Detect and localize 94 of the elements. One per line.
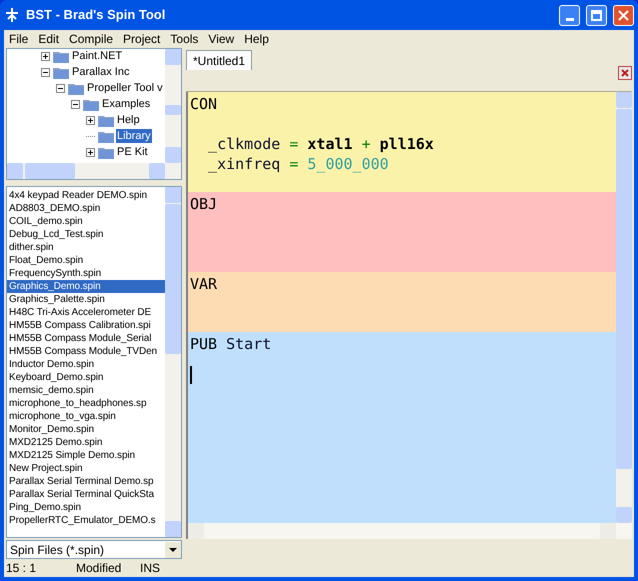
- file-list-item[interactable]: FrequencySynth.spin: [7, 267, 165, 280]
- folder-icon: [98, 130, 114, 142]
- file-list-item[interactable]: H48C Tri-Axis Accelerometer DE: [7, 306, 165, 319]
- scroll-up-button[interactable]: [165, 49, 181, 65]
- window-title: BST - Brad's Spin Tool: [26, 6, 166, 24]
- vertical-scrollbar[interactable]: [616, 92, 632, 523]
- file-list-item[interactable]: MXD2125 Simple Demo.spin: [7, 449, 165, 462]
- menu-item[interactable]: Help: [239, 30, 274, 48]
- vertical-scrollbar[interactable]: [165, 187, 181, 537]
- modified-status: Modified: [76, 560, 122, 577]
- expander-icon[interactable]: [86, 148, 95, 156]
- minimize-icon: [566, 18, 574, 20]
- scroll-up-button[interactable]: [616, 92, 632, 108]
- tree-item[interactable]: Help: [116, 113, 141, 127]
- file-list-item[interactable]: Monitor_Demo.spin: [7, 423, 165, 436]
- close-button[interactable]: [613, 4, 634, 26]
- file-list-item[interactable]: HM55B Compass Module_TVDen: [7, 345, 165, 358]
- maximize-button[interactable]: [586, 4, 607, 26]
- vertical-scrollbar[interactable]: [165, 49, 181, 163]
- code-line: _clkmode = xtal1 + pll16x: [207, 134, 435, 154]
- menu-item[interactable]: File: [4, 30, 34, 48]
- scroll-right-button[interactable]: [149, 163, 165, 179]
- tree-item[interactable]: Propeller Tool v: [86, 81, 164, 95]
- expander-icon[interactable]: [56, 84, 65, 92]
- file-list-item[interactable]: HM55B Compass Calibration.spi: [7, 319, 165, 332]
- file-list-item[interactable]: Parallax Serial Terminal QuickSta: [7, 488, 165, 501]
- file-list-item[interactable]: Debug_Lcd_Test.spin: [7, 228, 165, 241]
- file-list-item[interactable]: Keyboard_Demo.spin: [7, 371, 165, 384]
- tree-item[interactable]: PE Kit: [116, 145, 149, 159]
- expander-icon[interactable]: [41, 68, 50, 76]
- editor-tab[interactable]: *Untitled1: [186, 50, 252, 70]
- insert-mode-status: INS: [140, 560, 160, 577]
- file-list-item[interactable]: MXD2125 Demo.spin: [7, 436, 165, 449]
- horizontal-scrollbar[interactable]: [188, 523, 632, 539]
- dropdown-value: Spin Files (*.spin): [9, 542, 106, 558]
- file-list-item[interactable]: Ping_Demo.spin: [7, 501, 165, 514]
- folder-icon: [83, 98, 99, 110]
- menu-item[interactable]: View: [203, 30, 240, 48]
- folder-icon: [53, 66, 69, 78]
- folder-icon: [53, 50, 69, 62]
- maximize-icon: [591, 10, 602, 20]
- menu-item[interactable]: Tools: [165, 30, 204, 48]
- file-list-item[interactable]: Inductor Demo.spin: [7, 358, 165, 371]
- file-list-item[interactable]: microphone_to_vga.spin: [7, 410, 165, 423]
- folder-icon: [98, 114, 114, 126]
- file-filter-dropdown[interactable]: Spin Files (*.spin): [6, 540, 182, 559]
- file-list-item[interactable]: AD8803_DEMO.spin: [7, 202, 165, 215]
- tree-item[interactable]: Library: [116, 129, 152, 143]
- file-list-item[interactable]: dither.spin: [7, 241, 165, 254]
- file-list-item[interactable]: Parallax Serial Terminal Demo.sp: [7, 475, 165, 488]
- scroll-thumb[interactable]: [25, 163, 75, 179]
- file-list-item[interactable]: 4x4 keypad Reader DEMO.spin: [7, 189, 165, 202]
- code-line: OBJ: [190, 194, 218, 214]
- file-list-item[interactable]: Float_Demo.spin: [7, 254, 165, 267]
- code-line: PUB Start: [190, 334, 272, 354]
- horizontal-scrollbar[interactable]: [7, 163, 181, 179]
- scroll-left-button[interactable]: [7, 163, 23, 179]
- scroll-thumb[interactable]: [616, 109, 632, 469]
- cursor-position: 15 : 1: [6, 560, 38, 577]
- folder-icon: [98, 146, 114, 158]
- code-line: _xinfreq = 5_000_000: [207, 154, 390, 174]
- tree-item[interactable]: Parallax Inc: [71, 65, 130, 79]
- scroll-right-button[interactable]: [600, 523, 616, 539]
- expander-icon[interactable]: [71, 100, 80, 108]
- expander-icon[interactable]: [41, 52, 50, 60]
- close-icon: [618, 10, 629, 20]
- minimize-button[interactable]: [559, 4, 580, 26]
- file-list-item[interactable]: PropellerRTC_Emulator_DEMO.s: [7, 514, 165, 527]
- menu-item[interactable]: Project: [118, 30, 166, 48]
- expander-icon[interactable]: [86, 116, 95, 124]
- file-list-item[interactable]: microphone_to_headphones.sp: [7, 397, 165, 410]
- scroll-thumb[interactable]: [165, 105, 181, 115]
- tree-item[interactable]: Examples: [101, 97, 152, 111]
- close-tab-button[interactable]: [618, 66, 632, 80]
- file-list-item[interactable]: Graphics_Palette.spin: [7, 293, 165, 306]
- scroll-down-button[interactable]: [165, 147, 181, 163]
- scroll-left-button[interactable]: [188, 523, 204, 539]
- close-icon: [621, 69, 629, 77]
- code-line: VAR: [190, 274, 218, 294]
- scroll-thumb[interactable]: [165, 204, 181, 354]
- scroll-down-button[interactable]: [165, 521, 181, 537]
- menu-item[interactable]: Edit: [33, 30, 64, 48]
- file-list-item[interactable]: HM55B Compass Module_Serial: [7, 332, 165, 345]
- file-list-item[interactable]: Graphics_Demo.spin: [7, 280, 165, 293]
- code-line: CON: [190, 94, 218, 114]
- tree-item[interactable]: Paint.NET: [71, 49, 124, 63]
- folder-icon: [68, 82, 84, 94]
- menu-item[interactable]: Compile: [64, 30, 118, 48]
- app-icon: [4, 7, 20, 23]
- scroll-up-button[interactable]: [165, 187, 181, 203]
- scroll-down-button[interactable]: [616, 507, 632, 523]
- file-list-item[interactable]: New Project.spin: [7, 462, 165, 475]
- file-list-item[interactable]: COIL_demo.spin: [7, 215, 165, 228]
- file-list-item[interactable]: memsic_demo.spin: [7, 384, 165, 397]
